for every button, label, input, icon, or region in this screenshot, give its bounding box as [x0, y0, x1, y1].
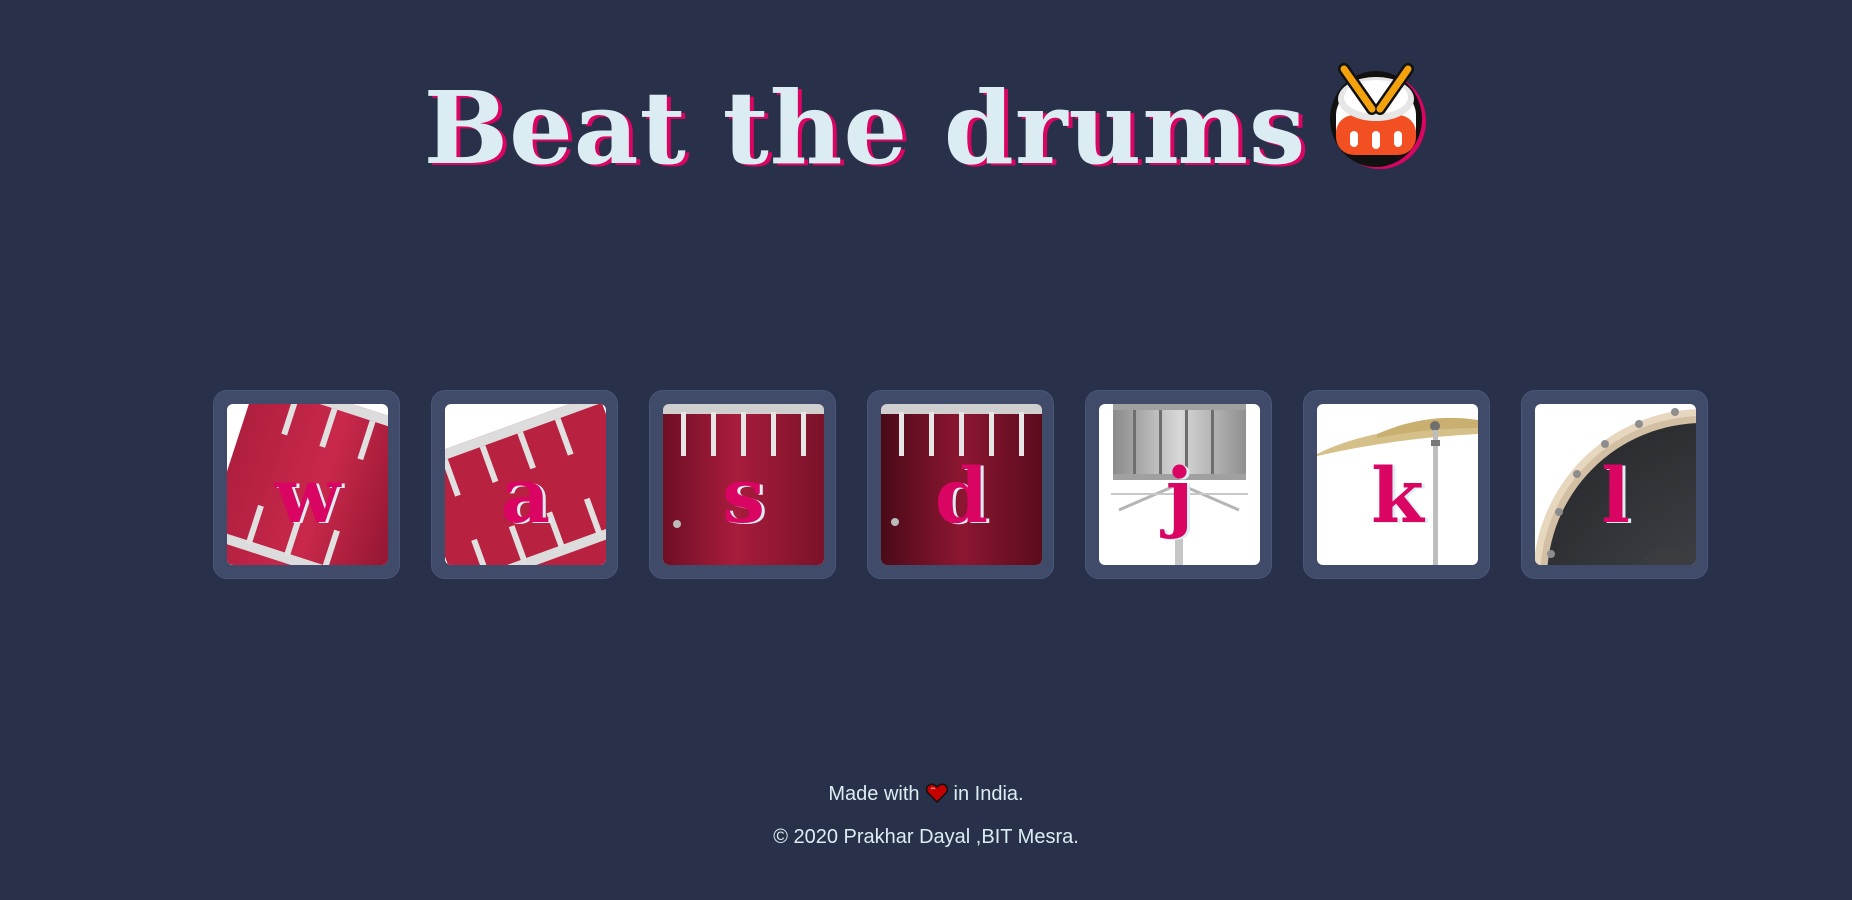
drum-set: w a s d j k l — [213, 390, 1708, 579]
drum-button-k[interactable]: k — [1303, 390, 1490, 579]
drum-button-s[interactable]: s — [649, 390, 836, 579]
drum-image — [1099, 404, 1260, 565]
drum-image — [663, 404, 824, 565]
tom-drum-tilted-left-image — [227, 404, 388, 565]
drum-button-d[interactable]: d — [867, 390, 1054, 579]
drum-image — [1317, 404, 1478, 565]
silver-snare-on-stand-image — [1111, 404, 1248, 565]
drum-button-w[interactable]: w — [213, 390, 400, 579]
drum-button-j[interactable]: j — [1085, 390, 1272, 579]
bass-drum-dark-image — [881, 404, 1042, 565]
drum-image — [227, 404, 388, 565]
page: Beat the drums w a s d j k l Made with i… — [0, 0, 1852, 900]
footer-made-suffix: in India. — [953, 783, 1024, 805]
footer-made-with: Made with in India. — [0, 783, 1852, 809]
tom-drum-tilted-right-image — [445, 404, 606, 565]
page-title: Beat the drums — [0, 58, 1852, 208]
drum-image — [881, 404, 1042, 565]
footer-copyright: © 2020 Prakhar Dayal ,BIT Mesra. — [773, 826, 1079, 848]
snare-drum-image — [663, 404, 824, 565]
drum-image — [445, 404, 606, 565]
crash-cymbal-image — [1317, 417, 1478, 565]
drum-button-l[interactable]: l — [1521, 390, 1708, 579]
drum-button-a[interactable]: a — [431, 390, 618, 579]
heart-icon — [925, 783, 948, 809]
kick-drum-image — [1535, 408, 1696, 565]
footer-made-prefix: Made with — [828, 783, 920, 805]
drum-image — [1535, 404, 1696, 565]
title-text: Beat the drums — [423, 69, 1307, 187]
drum-emoji-icon — [1326, 61, 1428, 208]
